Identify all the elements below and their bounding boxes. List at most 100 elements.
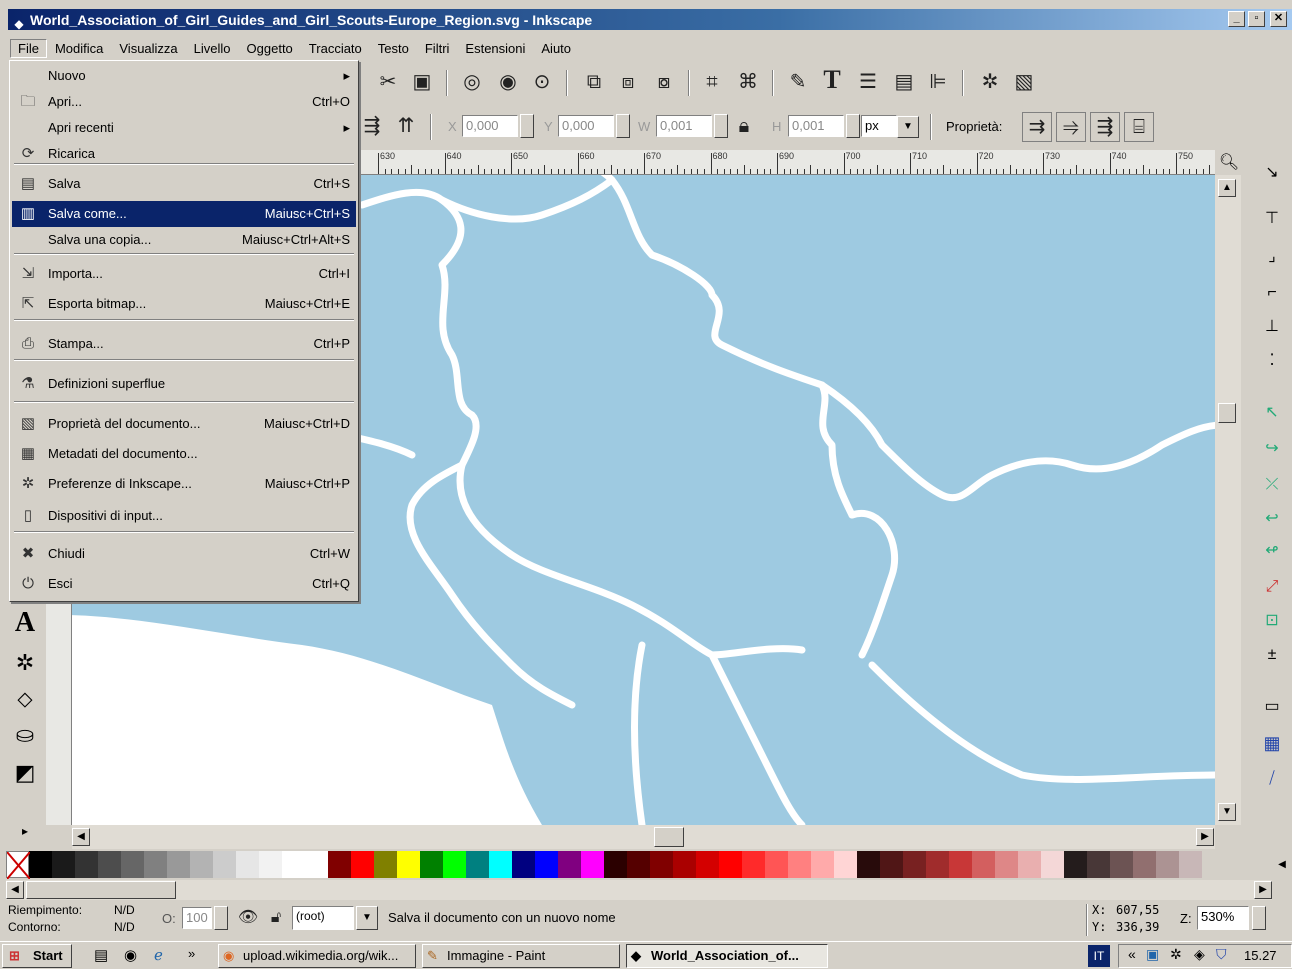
y-input[interactable]: 0,000 xyxy=(558,115,614,137)
color-swatch[interactable] xyxy=(627,851,650,878)
scroll-right-button[interactable]: ▶ xyxy=(1196,828,1214,846)
snap-cusp-icon[interactable]: ↩ xyxy=(1257,504,1287,534)
maximize-button[interactable]: ▫ xyxy=(1248,11,1265,27)
task-paint[interactable]: ✎ Immagine - Paint xyxy=(422,944,620,968)
quicklaunch-more[interactable]: » xyxy=(188,946,195,961)
color-swatch[interactable] xyxy=(213,851,236,878)
snap-bbox-midpoint-icon[interactable]: ⊥ xyxy=(1257,312,1287,342)
snap-smooth-icon[interactable]: ↫ xyxy=(1257,536,1287,566)
h-spinner[interactable] xyxy=(846,114,860,138)
menu-path[interactable]: Tracciato xyxy=(301,39,370,58)
color-swatch[interactable] xyxy=(190,851,213,878)
file-menu-item-1[interactable]: 🗀︎ Apri... Ctrl+O xyxy=(12,89,356,115)
menu-extensions[interactable]: Estensioni xyxy=(457,39,533,58)
paste-icon[interactable]: ▣ xyxy=(410,70,434,94)
scale-stroke-icon[interactable]: ⇉ xyxy=(1022,112,1052,142)
color-swatch[interactable] xyxy=(259,851,282,878)
language-indicator[interactable]: IT xyxy=(1088,945,1110,967)
fill-stroke-icon[interactable]: ✎ xyxy=(786,70,810,94)
scroll-up-button[interactable]: ▲ xyxy=(1218,179,1236,197)
xml-editor-icon[interactable]: ☰ xyxy=(856,70,880,94)
internet-explorer-icon[interactable]: ℯ xyxy=(154,946,163,964)
menu-help[interactable]: Aiuto xyxy=(533,39,579,58)
file-menu-item-9[interactable]: ⎙ Stampa... Ctrl+P xyxy=(12,331,356,357)
preferences-icon[interactable]: ✲ xyxy=(978,70,1002,94)
color-swatch[interactable] xyxy=(420,851,443,878)
horizontal-scrollbar[interactable]: ◀ ▶ xyxy=(72,825,1215,849)
close-window-button[interactable]: ✕ xyxy=(1270,11,1287,27)
color-swatch[interactable] xyxy=(1087,851,1110,878)
color-swatch[interactable] xyxy=(558,851,581,878)
color-swatch[interactable] xyxy=(834,851,857,878)
zoom-selection-icon[interactable]: ◎ xyxy=(460,70,484,94)
show-desktop-icon[interactable]: ▤ xyxy=(94,946,108,964)
snap-bbox-corner-icon[interactable]: ⌐ xyxy=(1257,278,1287,308)
scale-corners-icon[interactable]: ⥤ xyxy=(1056,112,1086,142)
palette-scrollbar[interactable]: ◀ ▶ xyxy=(6,880,1272,900)
color-swatch[interactable] xyxy=(788,851,811,878)
media-player-icon[interactable]: ◉ xyxy=(124,946,137,964)
color-swatch[interactable] xyxy=(857,851,880,878)
snap-toggle-icon[interactable]: ↘ xyxy=(1257,158,1287,188)
stroke-value[interactable]: N/D xyxy=(114,920,135,934)
opacity-input[interactable]: 100 xyxy=(182,907,212,929)
menu-file[interactable]: File xyxy=(10,38,47,58)
chevron-right-icon[interactable]: ▸ xyxy=(10,816,40,846)
scroll-down-button[interactable]: ▼ xyxy=(1218,803,1236,821)
file-menu-item-12[interactable]: ▦ Metadati del documento... xyxy=(12,441,356,467)
lock-icon[interactable]: 🔒︎ xyxy=(732,114,756,138)
file-menu-item-0[interactable]: Nuovo ▸ xyxy=(12,63,356,89)
visibility-eye-icon[interactable]: 👁︎ xyxy=(236,906,260,930)
start-button[interactable]: ⊞ Start xyxy=(2,944,72,968)
tray-expand-icon[interactable]: « xyxy=(1128,946,1136,962)
color-swatch[interactable] xyxy=(1018,851,1041,878)
color-swatch[interactable] xyxy=(512,851,535,878)
color-swatch[interactable] xyxy=(466,851,489,878)
color-swatch[interactable] xyxy=(1041,851,1064,878)
file-menu-item-11[interactable]: ▧ Proprietà del documento... Maiusc+Ctrl+D xyxy=(12,411,356,437)
file-menu-item-6[interactable]: Salva una copia... Maiusc+Ctrl+Alt+S xyxy=(12,227,356,253)
snap-grid-icon[interactable]: ▦ xyxy=(1257,728,1287,758)
color-swatch[interactable] xyxy=(742,851,765,878)
chevron-down-icon[interactable]: ▼ xyxy=(897,116,919,138)
color-swatch[interactable] xyxy=(995,851,1018,878)
ungroup-icon[interactable]: ⌘ xyxy=(736,70,760,94)
snap-bbox-center-icon[interactable]: ⁚ xyxy=(1257,346,1287,376)
snap-rotation-center-icon[interactable]: ± xyxy=(1257,640,1287,670)
unit-select[interactable]: px xyxy=(861,115,897,137)
layers-icon[interactable]: ▤ xyxy=(892,70,916,94)
text-tool-icon[interactable]: A xyxy=(10,608,40,638)
color-swatch[interactable] xyxy=(581,851,604,878)
file-menu-item-7[interactable]: ⇲ Importa... Ctrl+I xyxy=(12,261,356,287)
color-swatch[interactable] xyxy=(29,851,52,878)
w-spinner[interactable] xyxy=(714,114,728,138)
color-swatch[interactable] xyxy=(351,851,374,878)
color-swatch[interactable] xyxy=(167,851,190,878)
tray-volume-icon[interactable]: ◈ xyxy=(1194,946,1205,963)
color-swatch[interactable] xyxy=(1156,851,1179,878)
palette-scroll-left[interactable]: ◀ xyxy=(6,881,24,899)
snap-bbox-edge-icon[interactable]: ⌟ xyxy=(1257,242,1287,272)
snap-bbox-icon[interactable]: ⊤ xyxy=(1257,204,1287,234)
no-paint-swatch[interactable] xyxy=(6,851,30,879)
menu-view[interactable]: Visualizza xyxy=(111,39,185,58)
color-swatch[interactable] xyxy=(811,851,834,878)
scroll-left-button[interactable]: ◀ xyxy=(72,828,90,846)
menu-layer[interactable]: Livello xyxy=(186,39,239,58)
color-swatch[interactable] xyxy=(535,851,558,878)
color-swatch[interactable] xyxy=(719,851,742,878)
color-swatch[interactable] xyxy=(650,851,673,878)
file-menu-item-8[interactable]: ⇱ Esporta bitmap... Maiusc+Ctrl+E xyxy=(12,291,356,317)
spray-tool-icon[interactable]: ✲ xyxy=(10,648,40,678)
transform-patterns-icon[interactable]: ⌸ xyxy=(1124,112,1154,142)
vertical-scrollbar[interactable]: ▲ ▼ xyxy=(1215,175,1241,825)
menu-object[interactable]: Oggetto xyxy=(239,39,301,58)
color-swatch[interactable] xyxy=(926,851,949,878)
snap-intersections-icon[interactable]: ⤫ xyxy=(1257,470,1287,500)
color-swatch[interactable] xyxy=(282,851,305,878)
raise-icon[interactable]: ⇶ xyxy=(360,114,384,138)
file-menu-item-10[interactable]: ⚗︎ Definizioni superflue xyxy=(12,371,356,397)
color-swatch[interactable] xyxy=(52,851,75,878)
inkscape-app-icon[interactable]: ◆ xyxy=(12,12,26,31)
file-menu-item-15[interactable]: ✖ Chiudi Ctrl+W xyxy=(12,541,356,567)
